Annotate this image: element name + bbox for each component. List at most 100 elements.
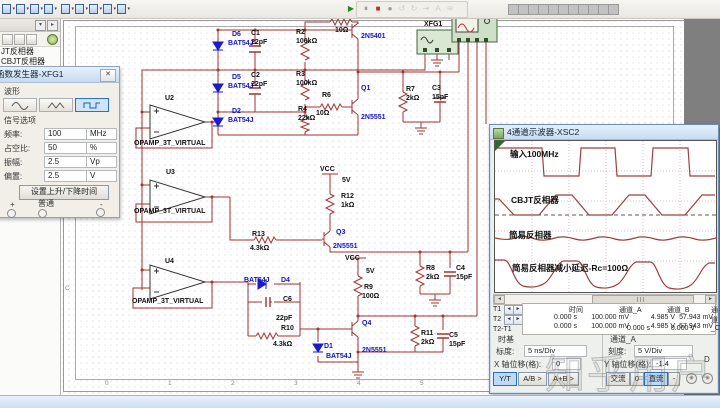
cursor-dt-label: T2-T1 [493,326,512,333]
sim-tool-5[interactable]: ≋ [444,2,456,15]
channel-scale-field[interactable]: 5 V/Div [634,345,693,357]
pause-button[interactable]: ⏸ [360,2,372,15]
dt-time: 0.000 s [627,325,650,332]
cursor-t1-label: T1 [493,306,502,313]
chevron-down-icon: ▾ [54,5,57,12]
component-toolbar-button-4[interactable]: ▾ [44,2,57,15]
chevron-down-icon: ▾ [113,5,116,12]
component-toolbar-button-1[interactable]: ▾ [2,2,15,15]
xpos-label: X 轴位移(格): [494,360,542,369]
stop-button[interactable]: ■ [372,2,384,15]
toolbar-placeholder-11[interactable] [608,4,619,15]
minus-terminal[interactable] [96,208,105,217]
timebase-scale-label: 标度: [496,347,515,356]
sim-tool-2[interactable]: ↻ [408,2,420,15]
component-toolbar-button-5[interactable]: ▾ [61,2,74,15]
component-toolbar-button-3[interactable]: ▾ [30,2,43,15]
component-toolbar-button-2[interactable]: ▾ [16,2,29,15]
aplusb-mode-button[interactable]: A+B > [548,372,579,386]
field-value-input[interactable]: 2.5 [44,156,87,168]
panel-dock-button[interactable]: ▸ [47,20,58,31]
scope-display [494,140,717,293]
component-toolbar-button-6[interactable]: ▾ [75,2,88,15]
cursor-t2-label: T2 [493,316,502,323]
field-unit-input[interactable]: V [86,170,117,182]
field-value-input[interactable]: 2.5 [44,170,87,182]
ac-coupling-button[interactable]: 交流 [606,372,630,386]
t1-chc: 57.943 mV [679,314,713,321]
ypos-field[interactable]: -1.4 [652,358,687,370]
channel-scale-label: 刻度: [608,347,627,356]
ab-mode-button[interactable]: A/B > [518,372,547,386]
field-unit-input[interactable]: MHz [86,128,117,140]
sine-wave-button[interactable] [3,98,37,112]
common-terminal[interactable] [38,209,47,218]
edge-label: D [704,355,710,364]
set-rise-fall-button[interactable]: 设置上升/下降时间 [19,185,109,200]
plus-terminal-label: + [10,200,15,209]
panel-header: ▾ ▸ [0,18,60,32]
scroll-left-icon[interactable]: ◄ [494,295,505,304]
chevron-down-icon: ▾ [40,5,43,12]
trigger-marker-icon [495,141,505,151]
chevron-down-icon: ▾ [12,5,15,12]
timebase-scale-field[interactable]: 5 ns/Div [524,345,587,357]
sine-wave-icon [11,101,29,110]
record-button[interactable]: ● [384,2,396,15]
scope-title[interactable]: 4通道示波器-XSC2 [490,125,718,140]
field-value-input[interactable]: 100 [44,128,87,140]
square-wave-button[interactable] [75,98,109,112]
component-icon [30,3,40,14]
component-icon [44,3,54,14]
minus-coupling-button[interactable]: - [668,372,680,386]
channel-group-label: 通道_A [610,335,636,344]
plus-terminal[interactable] [7,209,16,218]
component-icon [117,3,127,14]
chevron-down-icon: ▾ [127,5,130,12]
open-folder-icon[interactable] [14,34,25,45]
sim-tool-3[interactable]: ⇥ [420,2,432,15]
zero-coupling-button[interactable]: 0 [630,372,644,386]
component-icon [16,3,26,14]
component-toolbar-button-8[interactable]: ▾ [103,2,116,15]
yt-mode-button[interactable]: Y/T [493,372,517,386]
multisim-app: ▾ ▾ ▾ ▾ ▾ ▾ ▾ ▾ ▾ ▶ ⏸ ■ ● ↺ ↻ ⇥ A ≋ XFG1… [0,0,720,408]
dc-coupling-button[interactable]: 直流 [644,372,668,386]
square-wave-icon [83,102,100,108]
field-label: 占空比: [4,144,31,153]
signal-options-label: 信号选项 [4,116,36,125]
t1-time: 0.000 s [554,314,577,321]
t1-chb: 4.985 V [650,314,675,321]
sim-tool-4[interactable]: A [432,2,444,15]
panel-minimize-button[interactable]: ▾ [35,20,46,31]
component-toolbar-button-9[interactable]: ▾ [117,2,130,15]
run-button[interactable]: ▶ [345,2,357,15]
new-document-icon[interactable] [2,34,13,45]
chevron-down-icon: ▾ [99,5,102,12]
field-label: 频率: [4,130,23,139]
t1-cha: 100.000 mV [591,314,629,321]
design-tree-item[interactable]: JT反相器 [0,47,60,57]
close-icon[interactable]: ✕ [100,69,116,82]
component-icon [103,3,113,14]
save-icon[interactable] [26,34,37,45]
oscilloscope-window: 4通道示波器-XSC2 ◄ ► T1 ◄ ► T2 ◄ ► T2-T1 时间 通… [489,124,720,394]
chevron-down-icon: ▾ [26,5,29,12]
sim-tool-1[interactable]: ↺ [396,2,408,15]
ground-terminal-icon[interactable]: ◉ [686,373,697,384]
triangle-wave-button[interactable] [39,98,73,112]
common-terminal-label: 普通 [38,199,54,208]
options-icon[interactable] [47,34,58,45]
probe-terminal-icon[interactable]: ◉ [702,373,713,384]
t2-time: 0.000 s [554,323,577,330]
dt-cha: 0.000 V [670,325,695,332]
main-toolbar: ▾ ▾ ▾ ▾ ▾ ▾ ▾ ▾ ▾ ▶ ⏸ ■ ● ↺ ↻ ⇥ A ≋ [0,0,720,19]
ypos-label: Y 轴位移(格): [604,360,651,369]
field-value-input[interactable]: 50 [44,142,87,154]
xpos-field[interactable]: 0 [552,358,581,370]
field-unit-input[interactable]: Vp [86,156,117,168]
function-generator-dialog: 函数发生器-XFG1 ✕ 波形 信号选项 频率: 100 MHz 占空比: 50… [0,66,120,218]
field-unit-input[interactable]: % [86,142,117,154]
panel-toolbar [0,32,60,47]
component-toolbar-button-7[interactable]: ▾ [89,2,102,15]
